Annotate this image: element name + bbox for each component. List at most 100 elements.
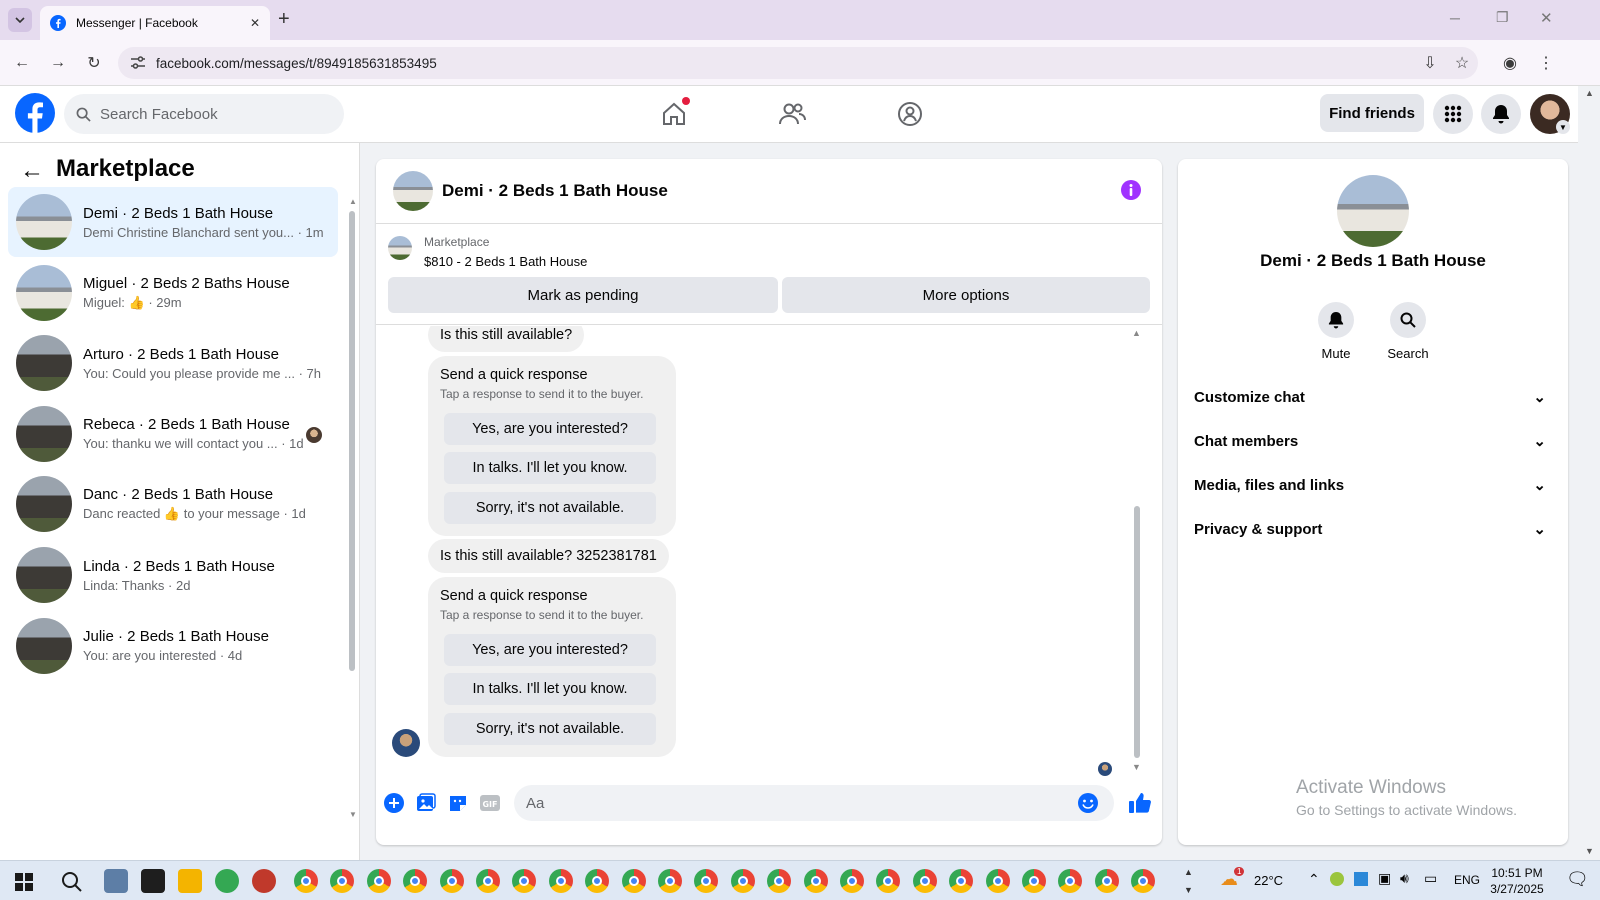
chrome-window-icon[interactable] <box>1058 869 1083 893</box>
bookmark-star-icon[interactable]: ☆ <box>1448 49 1476 77</box>
emoji-icon[interactable] <box>1078 793 1098 813</box>
chrome-window-icon[interactable] <box>585 869 610 893</box>
groups-nav-icon[interactable] <box>890 94 930 134</box>
quick-response-option[interactable]: In talks. I'll let you know. <box>444 673 656 705</box>
chat-title[interactable]: Demi · 2 Beds 1 Bath House <box>442 181 668 201</box>
chrome-window-icon[interactable] <box>803 869 828 893</box>
gif-icon[interactable]: GIF <box>479 793 501 813</box>
account-avatar[interactable]: ▼ <box>1530 94 1570 134</box>
chrome-window-icon[interactable] <box>840 869 864 893</box>
weather-temp[interactable]: 22°C <box>1254 873 1283 888</box>
notifications-button[interactable] <box>1481 94 1521 134</box>
tray-app-icon[interactable] <box>1354 872 1368 886</box>
sender-avatar[interactable] <box>392 729 420 757</box>
language-indicator[interactable]: ENG <box>1454 873 1480 887</box>
chrome-window-icon[interactable] <box>330 869 355 893</box>
file-explorer-icon[interactable] <box>104 869 128 893</box>
menu-grid-button[interactable] <box>1433 94 1473 134</box>
facebook-search-input[interactable]: Search Facebook <box>64 94 344 134</box>
windows-start-icon[interactable] <box>15 873 33 891</box>
like-thumb-icon[interactable] <box>1128 791 1152 815</box>
profile-icon[interactable]: ◉ <box>1496 49 1524 77</box>
forward-icon[interactable]: → <box>44 49 72 77</box>
site-settings-icon[interactable] <box>130 56 146 70</box>
browser-menu-icon[interactable]: ⋮ <box>1532 49 1560 77</box>
store-app-icon[interactable] <box>178 869 202 893</box>
back-arrow-icon[interactable]: ← <box>20 157 44 185</box>
scrollbar[interactable]: ▲ ▼ <box>348 197 357 825</box>
quick-response-option[interactable]: In talks. I'll let you know. <box>444 452 656 484</box>
notification-center-icon[interactable]: 🗨︎ <box>1566 869 1589 890</box>
window-close-icon[interactable]: ✕ <box>1540 9 1553 27</box>
restore-icon[interactable]: ❐ <box>1496 9 1509 26</box>
chrome-window-icon[interactable] <box>876 869 901 893</box>
photo-icon[interactable] <box>416 793 436 813</box>
quick-response-option[interactable]: Sorry, it's not available. <box>444 492 656 524</box>
chrome-window-icon[interactable] <box>949 869 974 893</box>
quick-response-option[interactable]: Yes, are you interested? <box>444 634 656 666</box>
chrome-window-icon[interactable] <box>621 869 646 893</box>
find-friends-button[interactable]: Find friends <box>1320 94 1424 132</box>
conversation-item[interactable]: Demi · 2 Beds 1 Bath House Demi Christine… <box>8 187 338 257</box>
chrome-window-icon[interactable] <box>730 869 755 893</box>
more-options-button[interactable]: More options <box>782 277 1150 313</box>
mark-as-pending-button[interactable]: Mark as pending <box>388 277 778 313</box>
search-in-conversation-button[interactable]: Search <box>1380 302 1436 361</box>
chrome-window-icon[interactable] <box>439 869 464 893</box>
chrome-window-icon[interactable] <box>985 869 1010 893</box>
chrome-window-icon[interactable] <box>912 869 937 893</box>
scrollbar-thumb[interactable] <box>349 211 355 671</box>
conversation-item[interactable]: Miguel · 2 Beds 2 Baths House Miguel: 👍 ·… <box>8 258 338 328</box>
page-scrollbar[interactable]: ▲ ▼ <box>1582 88 1598 860</box>
minimize-icon[interactable]: ─ <box>1450 10 1460 26</box>
media-files-links-section[interactable]: Media, files and links ⌄ <box>1194 465 1554 505</box>
chrome-window-icon[interactable] <box>476 869 500 893</box>
quick-response-option[interactable]: Yes, are you interested? <box>444 413 656 445</box>
listing-title[interactable]: $810 - 2 Beds 1 Bath House <box>424 254 587 269</box>
chrome-window-icon[interactable] <box>767 869 792 893</box>
taskbar-search-icon[interactable] <box>61 871 83 893</box>
conversation-item[interactable]: Rebeca · 2 Beds 1 Bath House You: thanku … <box>8 399 338 469</box>
browser-tab[interactable]: Messenger | Facebook ✕ <box>40 6 270 40</box>
back-icon[interactable]: ← <box>8 49 36 77</box>
conversation-item[interactable]: Danc · 2 Beds 1 Bath House Danc reacted 👍… <box>8 469 338 539</box>
chrome-window-icon[interactable] <box>403 869 428 893</box>
chrome-window-icon[interactable] <box>512 869 537 893</box>
message-input[interactable]: Aa <box>514 785 1114 821</box>
message-bubble[interactable]: Is this still available? <box>428 326 585 352</box>
info-icon[interactable] <box>1120 179 1142 201</box>
chrome-window-icon[interactable] <box>548 869 573 893</box>
scroll-down-arrow[interactable]: ▼ <box>1132 762 1141 772</box>
close-tab-icon[interactable]: ✕ <box>250 16 260 30</box>
conversation-item[interactable]: Linda · 2 Beds 1 Bath House Linda: Thanks… <box>8 540 338 610</box>
volume-icon[interactable]: 🔊︎ <box>1400 870 1409 887</box>
network-icon[interactable]: ▭ <box>1424 870 1437 887</box>
show-hidden-icons[interactable]: ⌃ <box>1308 871 1320 888</box>
chrome-window-icon[interactable] <box>1131 869 1156 893</box>
chat-members-section[interactable]: Chat members ⌄ <box>1194 421 1554 461</box>
url-bar[interactable]: facebook.com/messages/t/8949185631853495 <box>118 47 1478 79</box>
chrome-icon[interactable] <box>215 869 239 893</box>
chrome-window-icon[interactable] <box>366 869 391 893</box>
facebook-logo-icon[interactable] <box>15 93 55 133</box>
conversation-item[interactable]: Arturo · 2 Beds 1 Bath House You: Could y… <box>8 328 338 398</box>
home-nav-icon[interactable] <box>654 94 694 134</box>
sticker-icon[interactable] <box>448 793 468 813</box>
chat-avatar[interactable] <box>393 171 433 211</box>
scroll-up-arrow[interactable]: ▲ <box>1132 328 1141 338</box>
tray-app-icon[interactable] <box>1330 872 1344 886</box>
reload-icon[interactable]: ↻ <box>80 49 108 77</box>
new-tab-button[interactable]: + <box>278 8 290 31</box>
listing-thumbnail[interactable] <box>388 236 412 260</box>
message-bubble[interactable]: Is this still available? 3252381781 <box>428 539 669 573</box>
terminal-app-icon[interactable] <box>141 869 165 893</box>
customize-chat-section[interactable]: Customize chat ⌄ <box>1194 377 1554 417</box>
taskbar-overflow-icon[interactable]: ▲ ▼ <box>1184 863 1193 899</box>
chrome-window-icon[interactable] <box>658 869 682 893</box>
chrome-window-icon[interactable] <box>294 869 318 893</box>
chrome-window-icon[interactable] <box>1094 869 1119 893</box>
quick-response-option[interactable]: Sorry, it's not available. <box>444 713 656 745</box>
paint-app-icon[interactable] <box>252 869 276 893</box>
tray-device-icon[interactable]: ▣ <box>1378 870 1391 887</box>
conversation-item[interactable]: Julie · 2 Beds 1 Bath House You: are you … <box>8 611 338 681</box>
